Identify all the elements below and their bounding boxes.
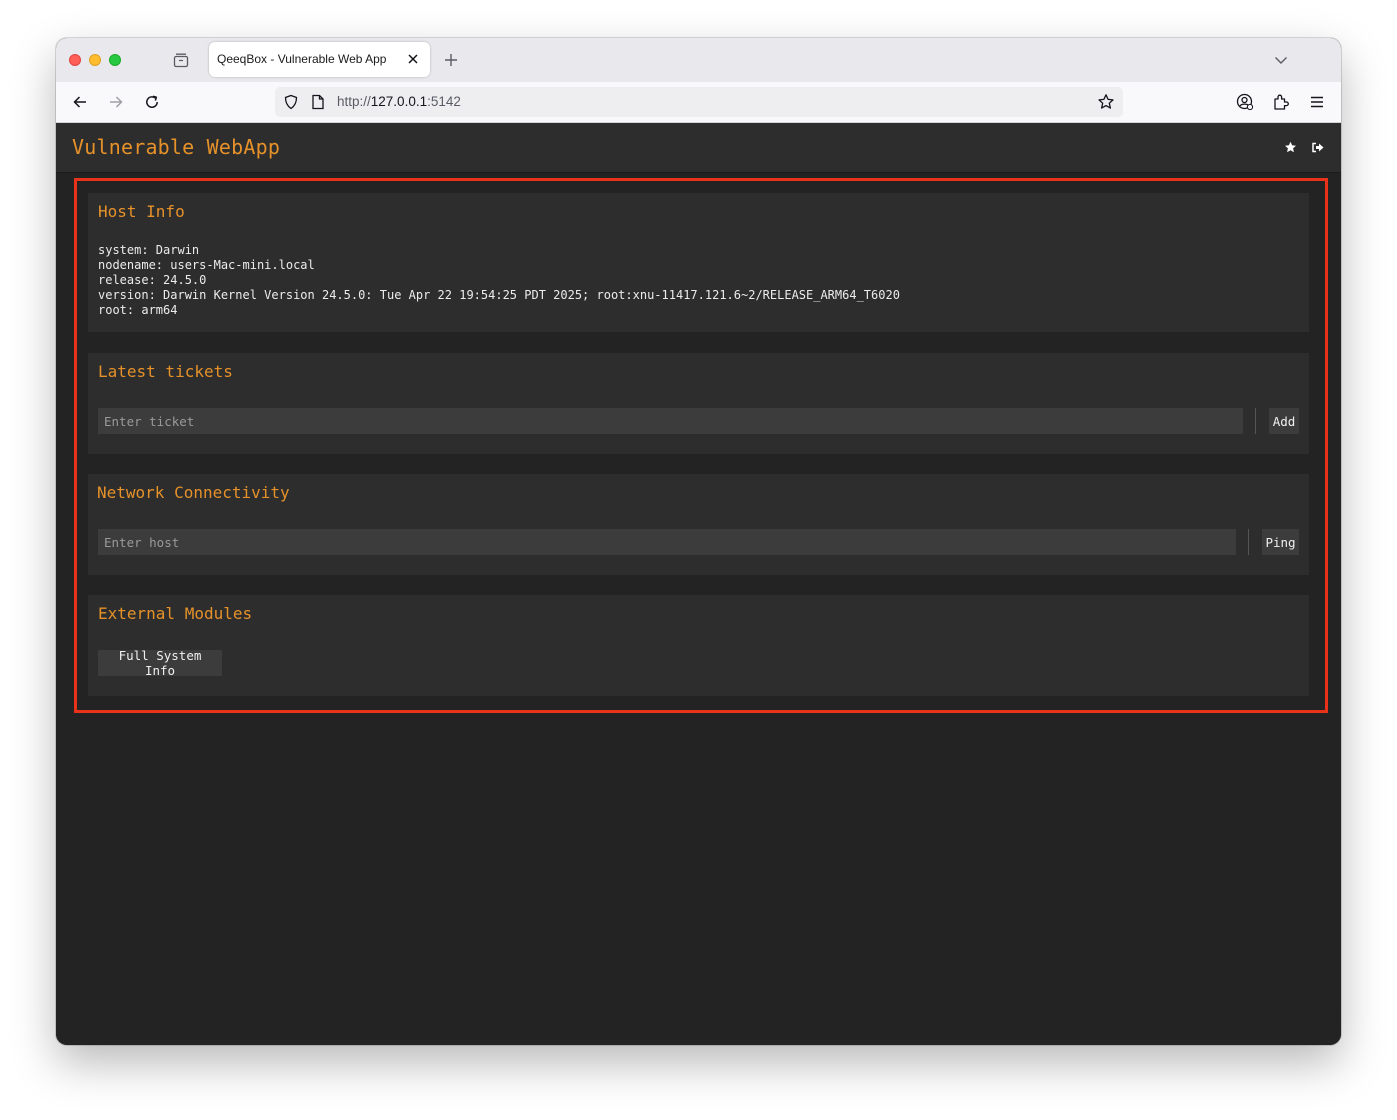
shield-icon[interactable] [283, 94, 299, 110]
zoom-window-button[interactable] [109, 54, 121, 66]
url-text[interactable]: http://127.0.0.1:5142 [337, 94, 461, 109]
chevron-down-icon[interactable] [1274, 53, 1288, 67]
page-icon [311, 94, 325, 110]
app-header: Vulnerable WebApp [56, 123, 1341, 173]
forward-arrow-icon[interactable] [107, 93, 125, 111]
host-info-line: release: 24.5.0 [98, 273, 207, 287]
tickets-card: Latest tickets Add [88, 353, 1309, 454]
network-title: Network Connectivity [97, 483, 290, 502]
web-page: Vulnerable WebApp Host Info system: Darw… [56, 123, 1341, 1045]
host-info-line: version: Darwin Kernel Version 24.5.0: T… [98, 288, 900, 302]
modules-title: External Modules [98, 604, 253, 623]
reload-icon[interactable] [143, 93, 161, 111]
url-host: 127.0.0.1 [370, 94, 428, 109]
host-info-details: system: Darwin nodename: users-Mac-mini.l… [98, 243, 900, 318]
tab-bar: QeeqBox - Vulnerable Web App [56, 38, 1341, 82]
bookmark-star-icon[interactable] [1097, 93, 1115, 111]
tickets-title: Latest tickets [98, 362, 233, 381]
star-icon[interactable] [1283, 140, 1297, 154]
new-tab-icon[interactable] [443, 52, 459, 68]
browser-window: QeeqBox - Vulnerable Web App http://127.… [56, 38, 1341, 1045]
puzzle-icon[interactable] [1272, 93, 1290, 111]
hamburger-menu-icon[interactable] [1308, 93, 1326, 111]
input-divider [1248, 529, 1249, 555]
close-window-button[interactable] [69, 54, 81, 66]
host-info-line: system: Darwin [98, 243, 200, 257]
modules-card: External Modules Full System Info [88, 595, 1309, 696]
ticket-input[interactable] [98, 408, 1243, 434]
sign-out-icon[interactable] [1311, 140, 1325, 154]
add-ticket-button[interactable]: Add [1269, 408, 1299, 434]
host-info-title: Host Info [98, 202, 185, 221]
active-tab[interactable]: QeeqBox - Vulnerable Web App [209, 42, 430, 77]
address-bar[interactable]: http://127.0.0.1:5142 [275, 87, 1123, 117]
host-info-card: Host Info system: Darwin nodename: users-… [88, 193, 1309, 332]
ping-button[interactable]: Ping [1262, 529, 1299, 555]
full-system-info-button[interactable]: Full System Info [98, 648, 222, 678]
host-info-line: nodename: users-Mac-mini.local [98, 258, 315, 272]
account-icon[interactable] [1236, 93, 1254, 111]
tab-overview-icon[interactable] [172, 52, 190, 68]
url-scheme: http:// [337, 94, 371, 109]
navigation-bar: http://127.0.0.1:5142 [56, 82, 1341, 123]
app-title[interactable]: Vulnerable WebApp [72, 135, 280, 159]
close-tab-icon[interactable] [406, 52, 420, 66]
input-divider [1255, 408, 1256, 434]
network-card: Network Connectivity Ping [88, 474, 1309, 575]
host-info-line: root: arm64 [98, 303, 178, 317]
host-input[interactable] [98, 529, 1236, 555]
url-port: :5142 [427, 94, 461, 109]
tab-title: QeeqBox - Vulnerable Web App [217, 52, 387, 66]
back-arrow-icon[interactable] [71, 93, 89, 111]
minimize-window-button[interactable] [89, 54, 101, 66]
